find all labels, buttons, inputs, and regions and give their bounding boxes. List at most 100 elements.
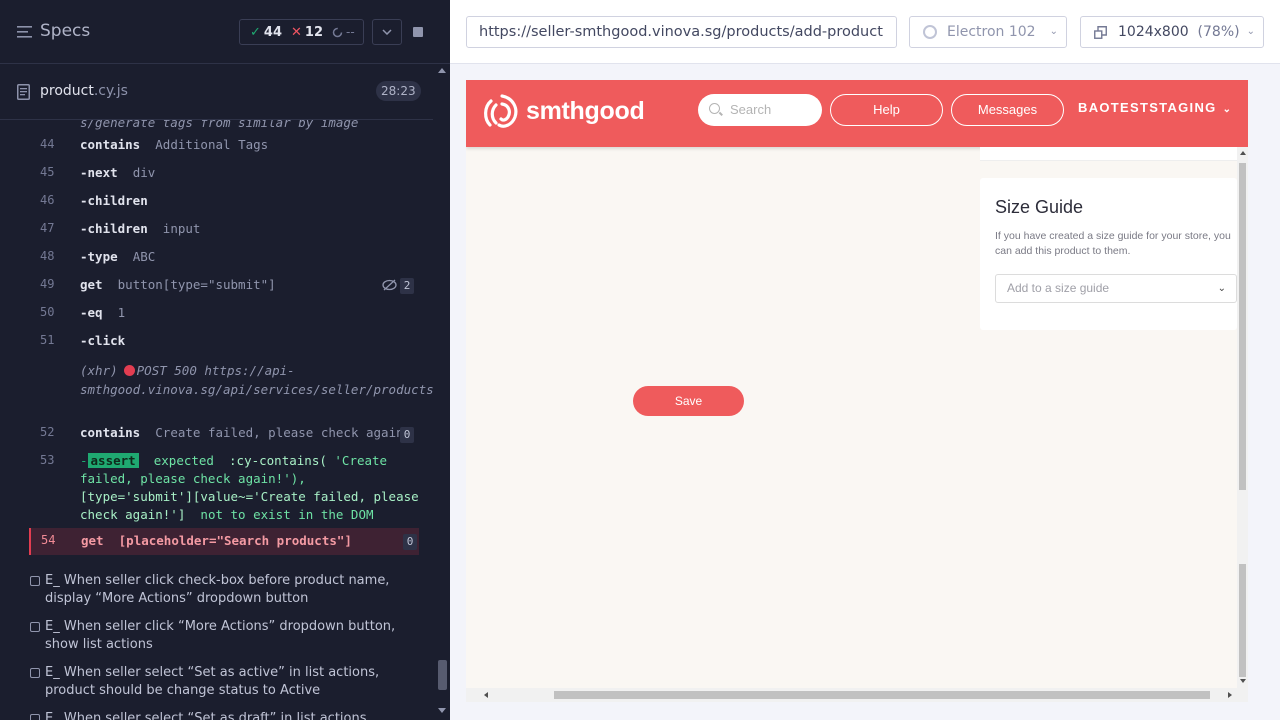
assertion[interactable]: - assert expected :cy-contains( 'Create f…: [80, 452, 420, 524]
test-item[interactable]: E_ When seller select “Set as active” in…: [30, 664, 410, 700]
assertion-line: - assert expected :cy-contains( 'Create: [80, 452, 420, 470]
command-number: 46: [40, 193, 55, 207]
command-name: get [placeholder="Search products"]: [81, 533, 352, 548]
test-title: E_ When seller click “More Actions” drop…: [45, 619, 396, 652]
save-button[interactable]: Save: [633, 386, 744, 416]
scroll-down-icon[interactable]: [438, 708, 446, 713]
horizontal-scrollbar[interactable]: [466, 688, 1248, 702]
messages-button[interactable]: Messages: [951, 94, 1064, 126]
command-name-text: -type: [80, 249, 118, 264]
account-menu[interactable]: BAOTESTSTAGING ⌄: [1078, 100, 1232, 115]
scroll-up-icon[interactable]: [1240, 151, 1246, 155]
test-item[interactable]: E_ When seller click “More Actions” drop…: [30, 618, 410, 654]
scroll-right-icon[interactable]: [1228, 692, 1232, 698]
browser-selector[interactable]: Electron 102 ⌄: [909, 16, 1067, 48]
command-message-cut: s/generate tags from similar by image: [80, 120, 359, 130]
command-number: 54: [41, 533, 56, 547]
test-title: E_ When seller select “Set as active” in…: [45, 665, 380, 698]
element-count-badge: 0: [400, 427, 414, 443]
browser-name: Electron 102: [947, 24, 1036, 40]
command-number: 44: [40, 137, 55, 151]
chevron-down-icon: ⌄: [1222, 104, 1233, 115]
command-name: get button[type="submit"]: [80, 277, 276, 292]
scroll-left-icon[interactable]: [484, 692, 488, 698]
specs-label[interactable]: Specs: [40, 21, 90, 41]
size-guide-title: Size Guide: [995, 197, 1084, 217]
site-logo[interactable]: smthgood: [482, 91, 645, 131]
xhr-log[interactable]: (xhr) POST 500 https://api-smthgood.vinov…: [80, 361, 433, 399]
command-log: s/generate tags from similar by image 44…: [0, 120, 433, 720]
assert-selector: :cy-contains(: [229, 453, 327, 468]
chevron-down-icon: ⌄: [1246, 26, 1255, 37]
element-count-badge: 0: [403, 534, 417, 550]
command-name-text: -eq: [80, 305, 103, 320]
command-name-text: -next: [80, 165, 118, 180]
search-placeholder: Search: [730, 102, 772, 117]
spec-duration: 28:23: [376, 81, 421, 101]
command-name: -click: [80, 333, 126, 348]
scrollbar-thumb[interactable]: [1239, 163, 1246, 490]
site-search-input[interactable]: Search: [698, 94, 822, 126]
command-name: -type ABC: [80, 249, 155, 264]
command-message: Create failed, please check again!: [155, 425, 412, 440]
command-number: 47: [40, 221, 55, 235]
app-under-test-frame: smthgood Search Help Messages BAOTESTSTA…: [466, 80, 1248, 702]
spec-file-name[interactable]: product.cy.js: [40, 83, 128, 99]
error-dot-icon: [123, 365, 135, 376]
aut-header: https://seller-smthgood.vinova.sg/produc…: [450, 0, 1280, 64]
scrollbar-thumb[interactable]: [1239, 564, 1246, 677]
viewport-zoom: (78%): [1197, 24, 1240, 40]
size-guide-select[interactable]: Add to a size guide ⌄: [995, 274, 1237, 303]
viewport-size: 1024x800: [1118, 24, 1189, 40]
scroll-up-icon[interactable]: [438, 68, 446, 73]
dropdown-button[interactable]: [372, 19, 402, 45]
command-name: contains Additional Tags: [80, 137, 268, 152]
spinner-icon: [332, 27, 343, 37]
scrollbar-thumb[interactable]: [554, 691, 1210, 699]
chevron-down-icon: ⌄: [1049, 26, 1058, 37]
document-icon: [17, 84, 30, 100]
assertion-line: [type='submit'][value~='Create failed, p…: [80, 489, 419, 504]
assert-result: not to exist in the DOM: [200, 507, 374, 522]
command-message: div: [132, 165, 156, 180]
pending-count: --: [346, 25, 355, 39]
test-status-icon: [30, 668, 40, 678]
command-name-text: get: [80, 277, 103, 292]
stop-button[interactable]: [403, 19, 433, 45]
failed-command-row[interactable]: 54 get [placeholder="Search products"] 0: [29, 528, 419, 555]
assert-expected: expected: [153, 453, 214, 468]
menu-icon[interactable]: [17, 25, 32, 39]
browser-icon: [923, 25, 937, 39]
command-message: Additional Tags: [155, 137, 269, 152]
spec-file-basename: product: [40, 83, 94, 99]
scroll-down-icon[interactable]: [1240, 679, 1246, 683]
url-bar[interactable]: https://seller-smthgood.vinova.sg/produc…: [466, 16, 897, 48]
size-guide-placeholder: Add to a size guide: [1007, 281, 1110, 295]
passed-count: 44: [263, 24, 282, 40]
logo-icon: [484, 94, 518, 128]
logo-text: smthgood: [526, 96, 645, 125]
command-number: 48: [40, 249, 55, 263]
site-navbar: smthgood Search Help Messages BAOTESTSTA…: [466, 80, 1248, 147]
failed-count: 12: [304, 24, 323, 40]
stop-icon: [413, 27, 423, 37]
scrollbar-thumb[interactable]: [438, 660, 447, 690]
command-name: -children input: [80, 221, 200, 236]
help-button[interactable]: Help: [830, 94, 943, 126]
specs-bar: Specs ✓ 44 ✕ 12 --: [0, 0, 450, 64]
chevron-down-icon: ⌄: [1217, 283, 1226, 294]
command-name: contains Create failed, please check aga…: [80, 425, 411, 440]
command-number: 51: [40, 333, 55, 347]
viewport-selector[interactable]: 1024x800 (78%) ⌄: [1080, 16, 1264, 48]
spec-file-ext: .cy.js: [93, 83, 128, 99]
command-message: 1: [117, 305, 126, 320]
x-icon: ✕: [291, 24, 302, 40]
test-item[interactable]: E_ When seller click check-box before pr…: [30, 572, 410, 608]
assertion-line: check again!'] not to exist in the DOM: [80, 506, 420, 524]
vertical-scrollbar[interactable]: [1237, 147, 1248, 688]
command-name: -children: [80, 193, 148, 208]
reporter-scrollbar[interactable]: [435, 64, 450, 720]
test-title: E_ When seller click check-box before pr…: [45, 573, 390, 606]
test-item[interactable]: E_ When seller select “Set as draft” in …: [30, 710, 410, 720]
command-name: -eq 1: [80, 305, 125, 320]
